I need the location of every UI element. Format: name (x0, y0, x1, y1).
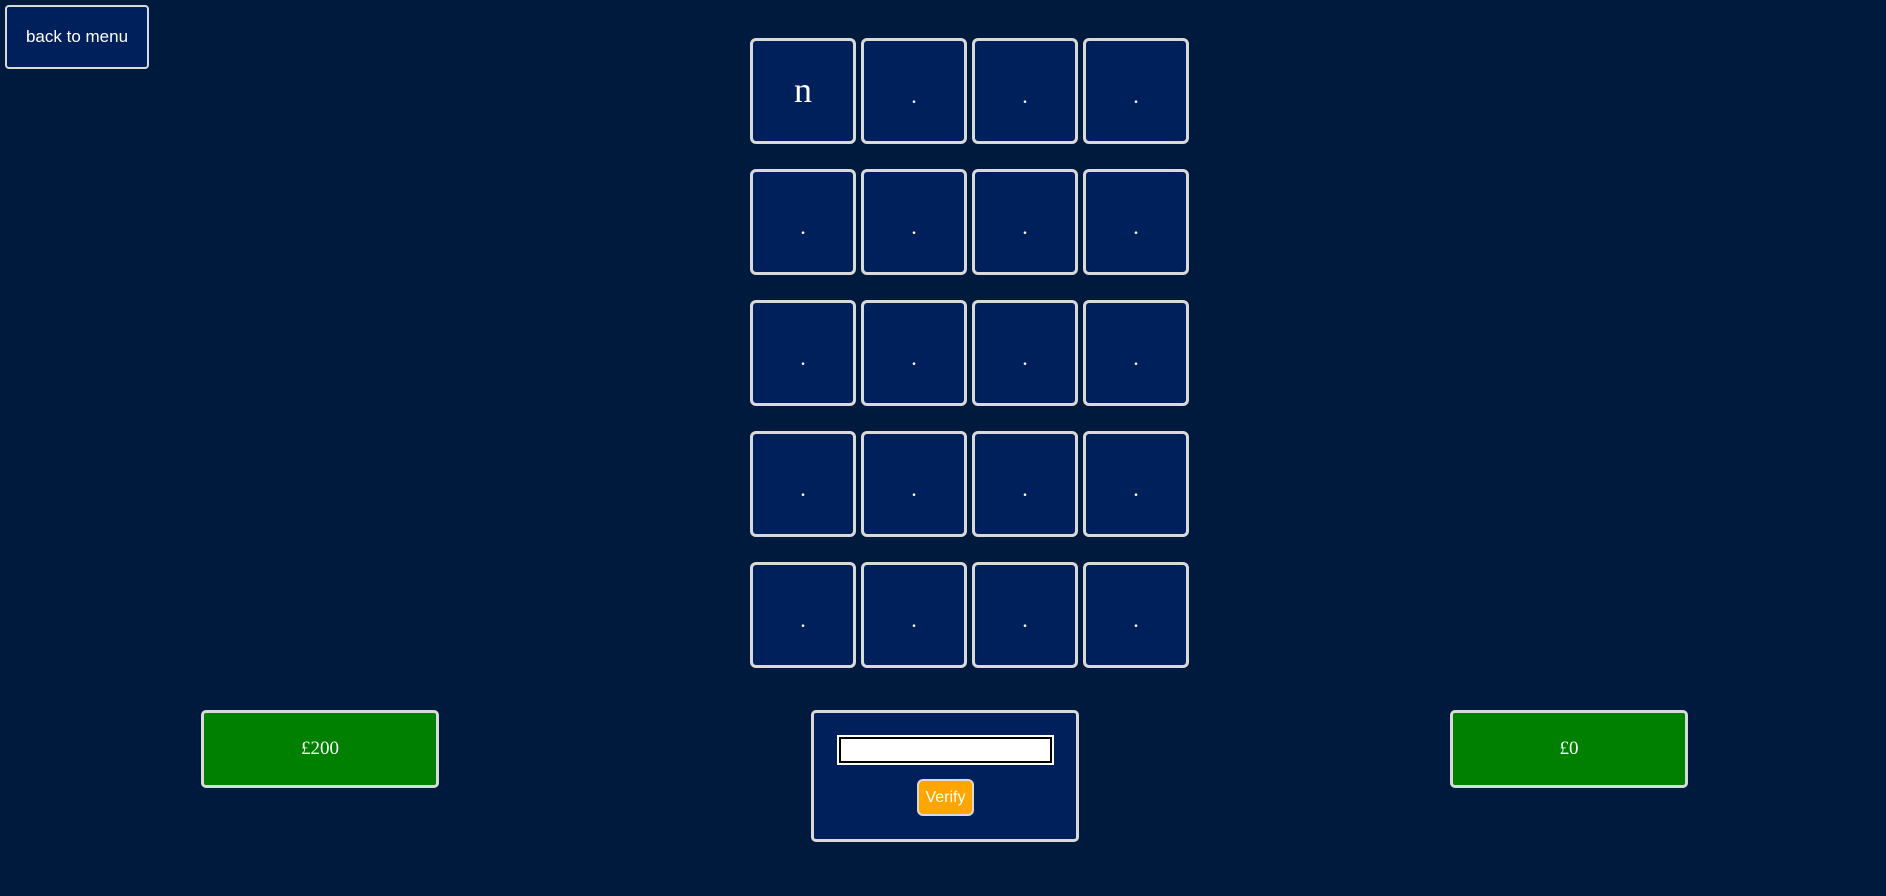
letter-tile: . (972, 38, 1078, 144)
answer-input[interactable] (837, 735, 1054, 765)
back-to-menu-button[interactable]: back to menu (5, 5, 149, 69)
letter-tile: . (972, 169, 1078, 275)
letter-tile: . (1083, 300, 1189, 406)
letter-tile: . (861, 169, 967, 275)
letter-tile: . (861, 38, 967, 144)
letter-tile: . (1083, 169, 1189, 275)
letter-tile: . (972, 562, 1078, 668)
letter-tile: . (750, 300, 856, 406)
letter-tile: . (1083, 38, 1189, 144)
player-two-score: £0 (1450, 710, 1688, 788)
letter-tile: . (750, 169, 856, 275)
letter-tile: . (972, 431, 1078, 537)
letter-tile: . (750, 562, 856, 668)
letter-tile: . (750, 431, 856, 537)
letter-tile: . (1083, 431, 1189, 537)
letter-tile: . (1083, 562, 1189, 668)
letter-tile: . (861, 431, 967, 537)
letter-tile: . (861, 300, 967, 406)
letter-tile: n (750, 38, 856, 144)
letter-board: n . . . . . . . . . . . . . . . . . . . (750, 38, 1189, 668)
letter-tile: . (972, 300, 1078, 406)
answer-panel: Verify (811, 710, 1079, 842)
player-one-score: £200 (201, 710, 439, 788)
letter-tile: . (861, 562, 967, 668)
verify-button[interactable]: Verify (917, 779, 974, 816)
